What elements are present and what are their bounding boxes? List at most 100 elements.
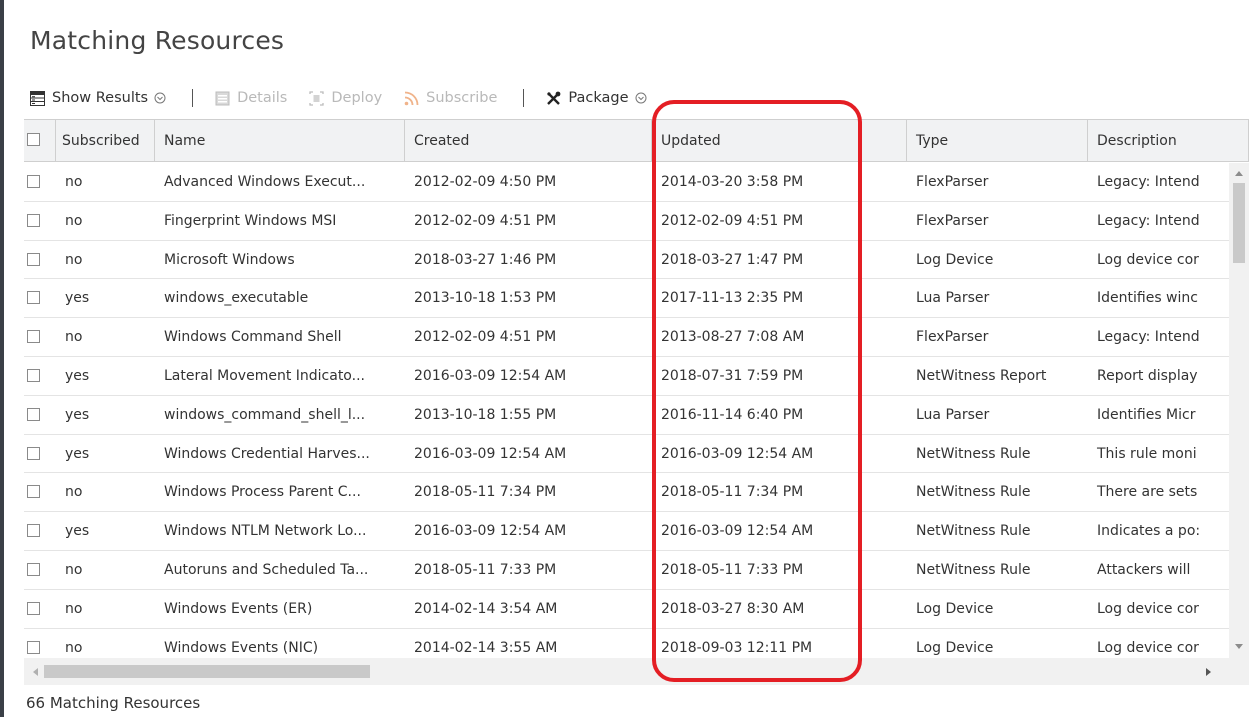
row-checkbox-cell bbox=[24, 279, 56, 317]
column-header-created[interactable]: Created bbox=[405, 120, 652, 162]
column-header-description[interactable]: Description bbox=[1088, 120, 1249, 162]
vertical-scroll-thumb[interactable] bbox=[1233, 183, 1245, 263]
chevron-down-icon bbox=[154, 92, 166, 104]
cell-updated: 2018-05-11 7:33 PM bbox=[661, 561, 804, 578]
cell-created: 2018-05-11 7:34 PM bbox=[414, 484, 557, 501]
table-row[interactable]: no Windows Events (ER) 2014-02-14 3:54 A… bbox=[24, 589, 1249, 629]
scroll-down-arrow-icon[interactable] bbox=[1234, 643, 1244, 651]
row-checkbox[interactable] bbox=[27, 524, 40, 538]
details-button[interactable]: Details bbox=[215, 90, 287, 106]
table-row[interactable]: yes Windows NTLM Network Lo... 2016-03-0… bbox=[24, 512, 1249, 551]
deploy-button[interactable]: Deploy bbox=[309, 90, 382, 106]
column-header-updated[interactable]: Updated bbox=[652, 120, 907, 162]
cell-type: Log Device bbox=[916, 251, 994, 268]
cell-name: Windows NTLM Network Lo... bbox=[164, 523, 367, 540]
cell-updated: 2017-11-13 2:35 PM bbox=[661, 290, 804, 307]
toolbar-divider bbox=[192, 89, 194, 107]
column-header-type[interactable]: Type bbox=[907, 120, 1088, 162]
horizontal-scrollbar[interactable] bbox=[24, 658, 1249, 685]
table-row[interactable]: no Autoruns and Scheduled Ta... 2018-05-… bbox=[24, 550, 1249, 590]
row-checkbox[interactable] bbox=[27, 213, 40, 227]
row-checkbox-cell bbox=[24, 473, 56, 511]
left-accent-bar bbox=[0, 0, 4, 717]
cell-subscribed: no bbox=[65, 484, 83, 501]
row-checkbox[interactable] bbox=[27, 640, 40, 654]
toolbar-divider bbox=[523, 89, 525, 107]
horizontal-scroll-thumb[interactable] bbox=[44, 665, 370, 678]
cell-type: FlexParser bbox=[916, 174, 989, 190]
row-checkbox[interactable] bbox=[27, 330, 40, 344]
cell-subscribed: yes bbox=[65, 445, 90, 462]
result-count: 66 Matching Resources bbox=[26, 694, 201, 712]
subscribe-button[interactable]: Subscribe bbox=[404, 90, 497, 106]
row-checkbox[interactable] bbox=[27, 407, 40, 421]
scroll-right-arrow-icon[interactable] bbox=[1205, 667, 1213, 677]
table-row[interactable]: yes windows_command_shell_l... 2013-10-1… bbox=[24, 395, 1249, 435]
cell-updated: 2018-05-11 7:34 PM bbox=[661, 484, 804, 501]
cell-created: 2013-10-18 1:55 PM bbox=[414, 406, 557, 423]
cell-created: 2014-02-14 3:54 AM bbox=[414, 600, 558, 617]
table-row[interactable]: yes Lateral Movement Indicato... 2016-03… bbox=[24, 356, 1249, 396]
cell-type: FlexParser bbox=[916, 329, 989, 346]
table-row[interactable]: no Windows Process Parent C... 2018-05-1… bbox=[24, 473, 1249, 513]
cell-description: Log device cor bbox=[1097, 251, 1199, 268]
cell-created: 2013-10-18 1:53 PM bbox=[414, 290, 557, 307]
row-checkbox[interactable] bbox=[27, 252, 40, 266]
table-row[interactable]: yes windows_executable 2013-10-18 1:53 P… bbox=[24, 279, 1249, 319]
cell-description: Log device cor bbox=[1097, 600, 1199, 617]
cell-name: Windows Credential Harves... bbox=[164, 445, 370, 462]
table-row[interactable]: no Windows Command Shell 2012-02-09 4:51… bbox=[24, 318, 1249, 357]
cell-name: windows_executable bbox=[164, 290, 309, 307]
select-all-cell bbox=[24, 120, 56, 162]
row-checkbox[interactable] bbox=[27, 601, 40, 615]
row-checkbox[interactable] bbox=[27, 562, 40, 576]
cell-name: Windows Process Parent C... bbox=[164, 484, 361, 501]
table-row[interactable]: yes Windows Credential Harves... 2016-03… bbox=[24, 434, 1249, 474]
show-results-button[interactable]: Show Results bbox=[30, 90, 166, 106]
row-checkbox-cell bbox=[24, 318, 56, 356]
scroll-up-arrow-icon[interactable] bbox=[1234, 169, 1244, 177]
cell-description: Identifies winc bbox=[1097, 290, 1198, 307]
cell-subscribed: no bbox=[65, 329, 83, 346]
cell-name: windows_command_shell_l... bbox=[164, 406, 366, 423]
table-row[interactable]: no Microsoft Windows 2018-03-27 1:46 PM … bbox=[24, 240, 1249, 280]
cell-updated: 2016-03-09 12:54 AM bbox=[661, 523, 814, 540]
table-row[interactable]: no Advanced Windows Execut... 2012-02-09… bbox=[24, 163, 1249, 202]
cell-subscribed: no bbox=[65, 251, 83, 268]
cell-updated: 2014-03-20 3:58 PM bbox=[661, 174, 804, 190]
cell-type: NetWitness Rule bbox=[916, 523, 1031, 540]
cell-subscribed: yes bbox=[65, 523, 90, 540]
cell-name: Advanced Windows Execut... bbox=[164, 174, 366, 190]
cell-description: Legacy: Intend bbox=[1097, 212, 1200, 229]
cell-created: 2018-03-27 1:46 PM bbox=[414, 251, 557, 268]
cell-subscribed: no bbox=[65, 212, 83, 229]
cell-created: 2012-02-09 4:50 PM bbox=[414, 174, 557, 190]
row-checkbox[interactable] bbox=[27, 446, 40, 460]
scroll-left-arrow-icon[interactable] bbox=[31, 667, 39, 677]
column-header-name[interactable]: Name bbox=[155, 120, 405, 162]
details-label: Details bbox=[237, 90, 288, 106]
package-button[interactable]: Package bbox=[546, 90, 647, 106]
cell-updated: 2018-03-27 1:47 PM bbox=[661, 251, 804, 268]
cell-description: This rule moni bbox=[1097, 445, 1197, 462]
row-checkbox[interactable] bbox=[27, 368, 40, 382]
column-header-subscribed[interactable]: Subscribed bbox=[56, 120, 155, 162]
deploy-label: Deploy bbox=[331, 90, 383, 106]
row-checkbox[interactable] bbox=[27, 291, 40, 305]
select-all-checkbox[interactable] bbox=[27, 133, 40, 146]
cell-subscribed: yes bbox=[65, 367, 90, 384]
cell-created: 2016-03-09 12:54 AM bbox=[414, 445, 567, 462]
page-title: Matching Resources bbox=[30, 26, 285, 55]
cell-updated: 2016-03-09 12:54 AM bbox=[661, 445, 814, 462]
row-checkbox[interactable] bbox=[27, 485, 40, 499]
cell-type: FlexParser bbox=[916, 212, 989, 229]
cell-description: Attackers will bbox=[1097, 561, 1191, 578]
vertical-scrollbar[interactable] bbox=[1229, 163, 1249, 659]
table-row[interactable]: no Fingerprint Windows MSI 2012-02-09 4:… bbox=[24, 201, 1249, 241]
cell-updated: 2018-07-31 7:59 PM bbox=[661, 367, 804, 384]
row-checkbox-cell bbox=[24, 202, 56, 240]
cell-type: NetWitness Rule bbox=[916, 561, 1031, 578]
row-checkbox[interactable] bbox=[27, 175, 40, 188]
cell-name: Windows Events (ER) bbox=[164, 600, 313, 617]
cell-type: NetWitness Report bbox=[916, 367, 1047, 384]
